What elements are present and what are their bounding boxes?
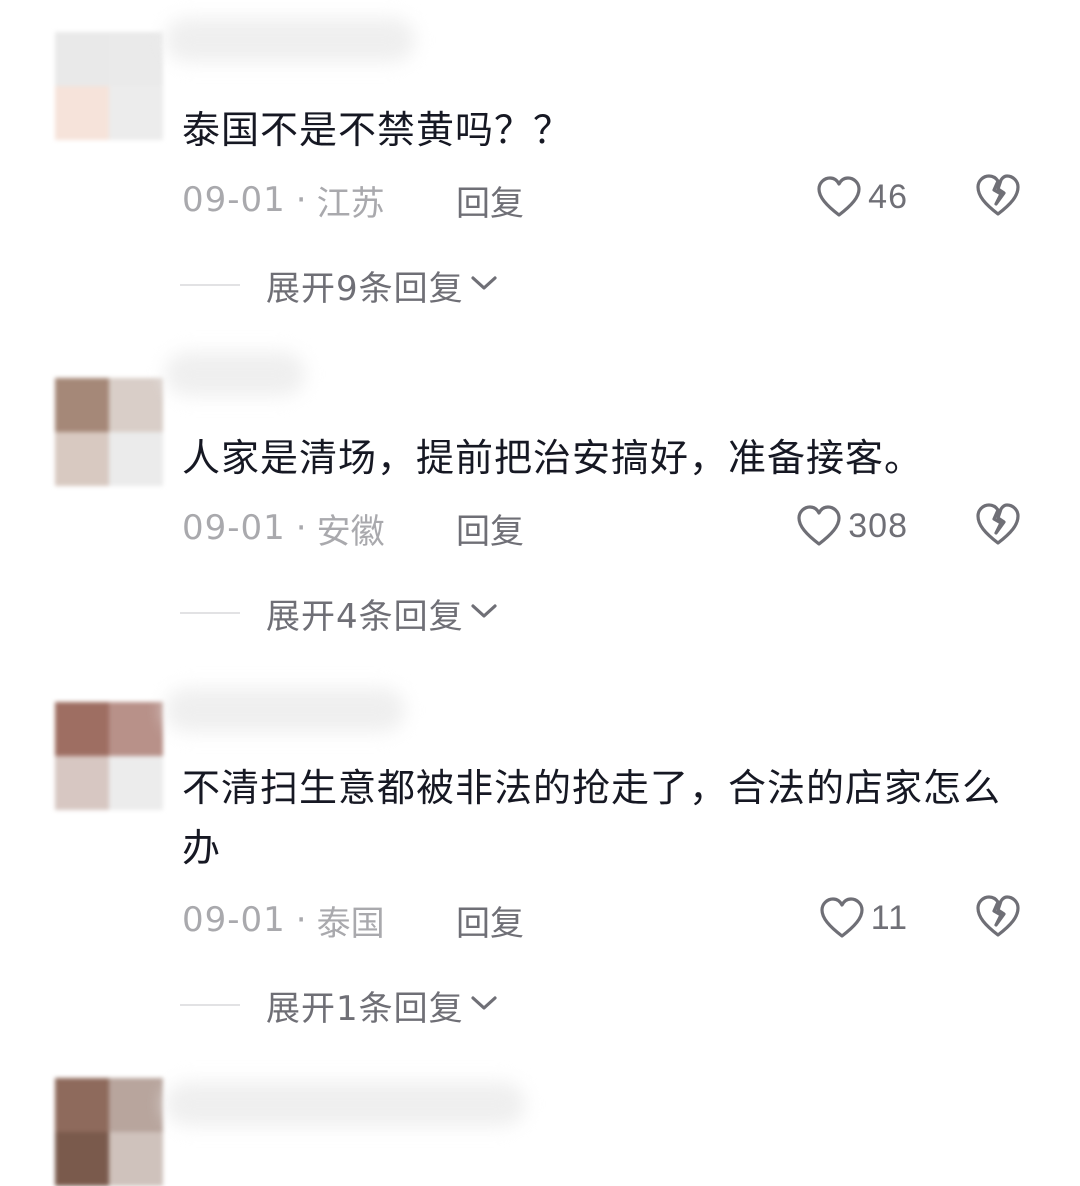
- comment-meta: 09-01 · 安徽 回复: [182, 498, 524, 558]
- like-button[interactable]: 46: [816, 167, 908, 227]
- reply-button[interactable]: 回复: [456, 176, 524, 225]
- comment-text: 人家是清场，提前把治安搞好，准备接客。: [182, 436, 924, 480]
- username[interactable]: [165, 688, 405, 732]
- avatar[interactable]: [55, 32, 163, 140]
- expand-replies-label: 展开4条回复: [266, 596, 464, 637]
- expand-replies-label: 展开9条回复: [266, 268, 464, 309]
- like-count: 11: [870, 898, 908, 937]
- chevron-down-icon: [470, 601, 498, 625]
- username[interactable]: [165, 18, 415, 62]
- divider: [180, 1004, 240, 1006]
- expand-replies-button[interactable]: 展开4条回复: [180, 588, 498, 638]
- like-count: 308: [848, 506, 908, 545]
- meta-separator: ·: [295, 180, 307, 220]
- like-button[interactable]: 308: [796, 496, 908, 556]
- username[interactable]: [165, 1082, 525, 1126]
- comment-meta: 09-01 · 泰国 回复: [182, 890, 524, 950]
- expand-replies-label: 展开1条回复: [266, 988, 464, 1029]
- meta-separator: ·: [295, 900, 307, 940]
- comment-date: 09-01: [182, 508, 286, 548]
- dislike-button[interactable]: [974, 167, 1022, 227]
- like-count: 46: [868, 177, 908, 216]
- comment-location: 江苏: [316, 183, 385, 224]
- heart-outline-icon: [819, 896, 865, 940]
- comment-text: 泰国不是不禁黄吗？？: [182, 108, 573, 152]
- avatar[interactable]: [55, 702, 163, 810]
- expand-replies-button[interactable]: 展开1条回复: [180, 980, 498, 1030]
- expand-replies-button[interactable]: 展开9条回复: [180, 260, 498, 310]
- avatar[interactable]: [55, 1078, 163, 1186]
- broken-heart-icon: [974, 501, 1022, 551]
- heart-outline-icon: [816, 175, 862, 219]
- reply-button[interactable]: 回复: [456, 896, 524, 945]
- like-button[interactable]: 11: [819, 888, 908, 948]
- dislike-button[interactable]: [974, 888, 1022, 948]
- chevron-down-icon: [470, 993, 498, 1017]
- username[interactable]: [165, 352, 305, 396]
- divider: [180, 612, 240, 614]
- reply-button[interactable]: 回复: [456, 504, 524, 553]
- broken-heart-icon: [974, 172, 1022, 222]
- divider: [180, 284, 240, 286]
- heart-outline-icon: [796, 504, 842, 548]
- broken-heart-icon: [974, 893, 1022, 943]
- comment-location: 安徽: [316, 511, 385, 552]
- meta-separator: ·: [295, 508, 307, 548]
- dislike-button[interactable]: [974, 496, 1022, 556]
- comment-location: 泰国: [316, 903, 385, 944]
- avatar[interactable]: [55, 378, 163, 486]
- comment-date: 09-01: [182, 180, 286, 220]
- chevron-down-icon: [470, 273, 498, 297]
- comment-text: 不清扫生意都被非法的抢走了，合法的店家怎么办: [182, 766, 1002, 870]
- comment-date: 09-01: [182, 900, 286, 940]
- comment-meta: 09-01 · 江苏 回复: [182, 170, 524, 230]
